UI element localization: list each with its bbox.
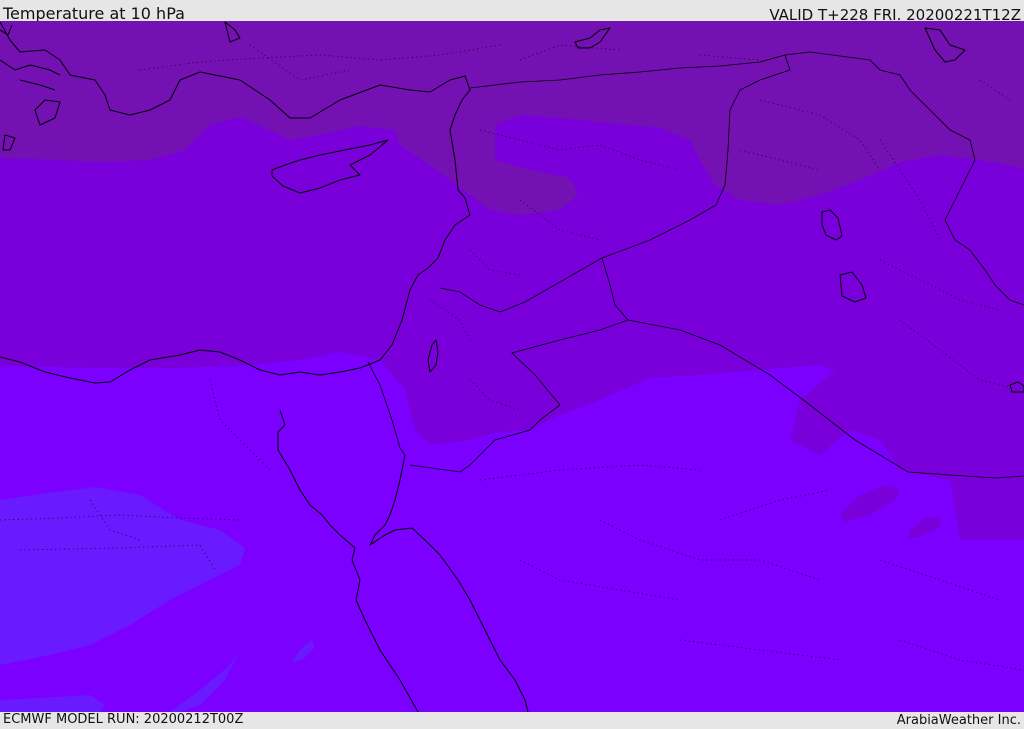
map-canvas: [0, 21, 1024, 712]
brand-label: ArabiaWeather Inc.: [896, 713, 1021, 728]
map-window: Temperature at 10 hPa VALID T+228 FRI. 2…: [0, 0, 1024, 729]
temperature-map[interactable]: [0, 21, 1024, 712]
model-run-label: ECMWF MODEL RUN: 20200212T00Z: [3, 712, 244, 727]
